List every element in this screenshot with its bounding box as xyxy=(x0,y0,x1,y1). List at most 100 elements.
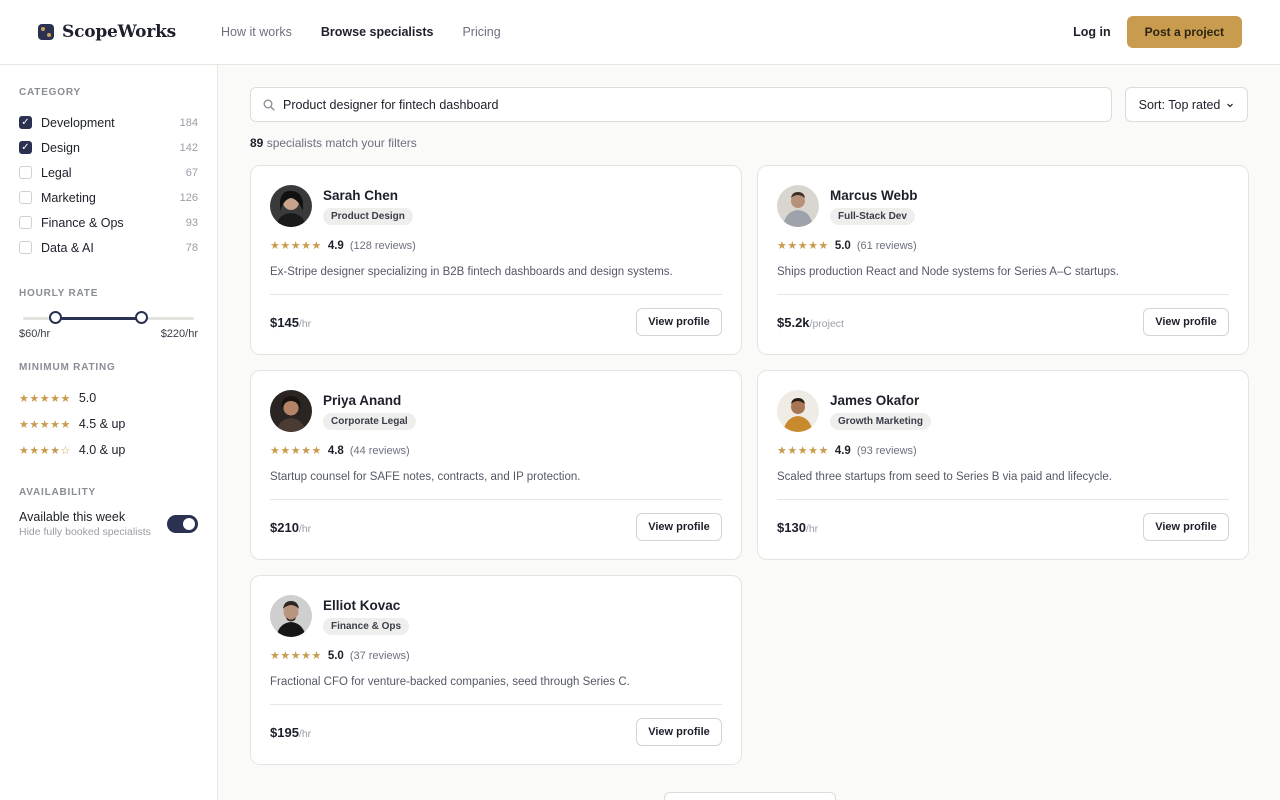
slider-labels: $60/hr $220/hr xyxy=(19,328,198,340)
chevron-down-icon xyxy=(1227,103,1234,107)
avatar[interactable] xyxy=(270,185,312,227)
card-header: Priya Anand Corporate Legal xyxy=(270,390,722,432)
avatar[interactable] xyxy=(270,390,312,432)
checkbox-checked-icon[interactable]: ✓ xyxy=(19,141,32,154)
rate-slider[interactable] xyxy=(23,311,194,325)
slider-min-handle[interactable] xyxy=(49,311,62,324)
specialist-card: Priya Anand Corporate Legal ★★★★★ 4.8 (4… xyxy=(250,370,742,560)
stars-icon: ★★★★★ xyxy=(19,418,71,431)
specialist-description: Ships production React and Node systems … xyxy=(777,266,1229,295)
results-text: specialists match your filters xyxy=(266,136,417,150)
review-count: (93 reviews) xyxy=(856,444,917,457)
checkbox-icon[interactable] xyxy=(19,241,32,254)
view-profile-button[interactable]: View profile xyxy=(636,308,722,336)
rating-score: 5.0 xyxy=(327,649,344,662)
search-row: Sort: Top rated xyxy=(250,87,1248,122)
category-marketing[interactable]: Marketing 126 xyxy=(19,185,198,210)
category-label: Data & AI xyxy=(41,240,94,255)
rating-line: ★★★★★ 5.0 (61 reviews) xyxy=(777,239,1229,253)
review-count: (61 reviews) xyxy=(856,239,917,252)
sort-dropdown[interactable]: Sort: Top rated xyxy=(1125,87,1248,122)
page-body: CATEGORY ✓ Development 184 ✓ Design 142 … xyxy=(0,65,1280,800)
checkbox-checked-icon[interactable]: ✓ xyxy=(19,116,32,129)
load-more-button[interactable] xyxy=(664,792,836,800)
rating-option-5[interactable]: ★★★★★ 5.0 xyxy=(19,385,198,411)
specialist-name[interactable]: Priya Anand xyxy=(323,393,416,408)
avatar[interactable] xyxy=(777,185,819,227)
availability-toggle[interactable] xyxy=(167,515,198,533)
slider-max-handle[interactable] xyxy=(135,311,148,324)
specialist-description: Scaled three startups from seed to Serie… xyxy=(777,471,1229,500)
price: $195/hr xyxy=(270,725,311,740)
checkbox-icon[interactable] xyxy=(19,191,32,204)
checkbox-icon[interactable] xyxy=(19,216,32,229)
availability-title: AVAILABILITY xyxy=(19,487,97,498)
category-count: 78 xyxy=(185,241,198,254)
rating-option-4-5[interactable]: ★★★★★ 4.5 & up xyxy=(19,411,198,437)
view-profile-button[interactable]: View profile xyxy=(636,718,722,746)
card-header: Elliot Kovac Finance & Ops xyxy=(270,595,722,637)
stars-icon: ★★★★★ xyxy=(777,240,829,252)
card-footer: $210/hr View profile xyxy=(270,500,722,554)
rating-line: ★★★★★ 4.9 (128 reviews) xyxy=(270,239,722,253)
specialist-card: Sarah Chen Product Design ★★★★★ 4.9 (128… xyxy=(250,165,742,355)
specialist-description: Startup counsel for SAFE notes, contract… xyxy=(270,471,722,500)
avatar[interactable] xyxy=(270,595,312,637)
availability-label: Available this week xyxy=(19,510,126,524)
minimum-rating-filter: MINIMUM RATING ★★★★★ 5.0 ★★★★★ 4.5 & up … xyxy=(19,362,198,463)
avatar[interactable] xyxy=(777,390,819,432)
rating-option-label: 4.0 & up xyxy=(78,443,126,457)
post-project-button[interactable]: Post a project xyxy=(1126,16,1242,48)
category-count: 126 xyxy=(179,191,198,204)
view-profile-button[interactable]: View profile xyxy=(1143,513,1229,541)
rating-score: 4.8 xyxy=(327,444,344,457)
sort-label: Sort: Top rated xyxy=(1138,97,1221,112)
card-identity: James Okafor Growth Marketing xyxy=(830,393,932,430)
stars-icon: ★★★★★ xyxy=(777,445,829,457)
rating-option-4[interactable]: ★★★★☆ 4.0 & up xyxy=(19,437,198,463)
stars-icon: ★★★★★ xyxy=(270,650,322,662)
stars-icon: ★★★★★ xyxy=(270,445,322,457)
category-data-ai[interactable]: Data & AI 78 xyxy=(19,235,198,260)
top-header: ScopeWorks How it works Browse specialis… xyxy=(0,0,1280,65)
availability-text: Available this week Hide fully booked sp… xyxy=(19,510,151,538)
stars-icon: ★★★★★ xyxy=(270,240,322,252)
search-input[interactable] xyxy=(283,97,1099,112)
header-actions: Log in Post a project xyxy=(1073,16,1242,48)
rating-line: ★★★★★ 4.9 (93 reviews) xyxy=(777,444,1229,458)
logo[interactable]: ScopeWorks xyxy=(38,22,176,42)
category-design[interactable]: ✓ Design 142 xyxy=(19,135,198,160)
nav-browse-specialists[interactable]: Browse specialists xyxy=(321,25,434,39)
specialist-card: Marcus Webb Full-Stack Dev ★★★★★ 5.0 (61… xyxy=(757,165,1249,355)
category-finance-ops[interactable]: Finance & Ops 93 xyxy=(19,210,198,235)
checkbox-icon[interactable] xyxy=(19,166,32,179)
rating-option-label: 5.0 xyxy=(78,391,97,405)
specialist-name[interactable]: James Okafor xyxy=(830,393,931,408)
search-box[interactable] xyxy=(250,87,1112,122)
specialist-name[interactable]: Sarah Chen xyxy=(323,188,413,203)
category-label: Design xyxy=(41,140,80,155)
category-label: Marketing xyxy=(41,190,96,205)
category-development[interactable]: ✓ Development 184 xyxy=(19,110,198,135)
card-identity: Elliot Kovac Finance & Ops xyxy=(323,598,410,635)
rating-score: 4.9 xyxy=(834,444,851,457)
review-count: (44 reviews) xyxy=(349,444,410,457)
login-link[interactable]: Log in xyxy=(1073,25,1111,39)
review-count: (128 reviews) xyxy=(349,239,416,252)
price: $145/hr xyxy=(270,315,311,330)
category-count: 67 xyxy=(185,166,198,179)
view-profile-button[interactable]: View profile xyxy=(636,513,722,541)
card-header: James Okafor Growth Marketing xyxy=(777,390,1229,432)
category-count: 184 xyxy=(179,116,198,129)
nav-pricing[interactable]: Pricing xyxy=(462,25,500,39)
minimum-rating-title: MINIMUM RATING xyxy=(19,362,116,373)
view-profile-button[interactable]: View profile xyxy=(1143,308,1229,336)
category-legal[interactable]: Legal 67 xyxy=(19,160,198,185)
specialist-name[interactable]: Elliot Kovac xyxy=(323,598,409,613)
specialist-name[interactable]: Marcus Webb xyxy=(830,188,918,203)
card-footer: $145/hr View profile xyxy=(270,295,722,349)
rating-option-label: 4.5 & up xyxy=(78,417,126,431)
brand-name: ScopeWorks xyxy=(62,22,177,42)
nav-how-it-works[interactable]: How it works xyxy=(221,25,292,39)
rating-score: 5.0 xyxy=(834,239,851,252)
